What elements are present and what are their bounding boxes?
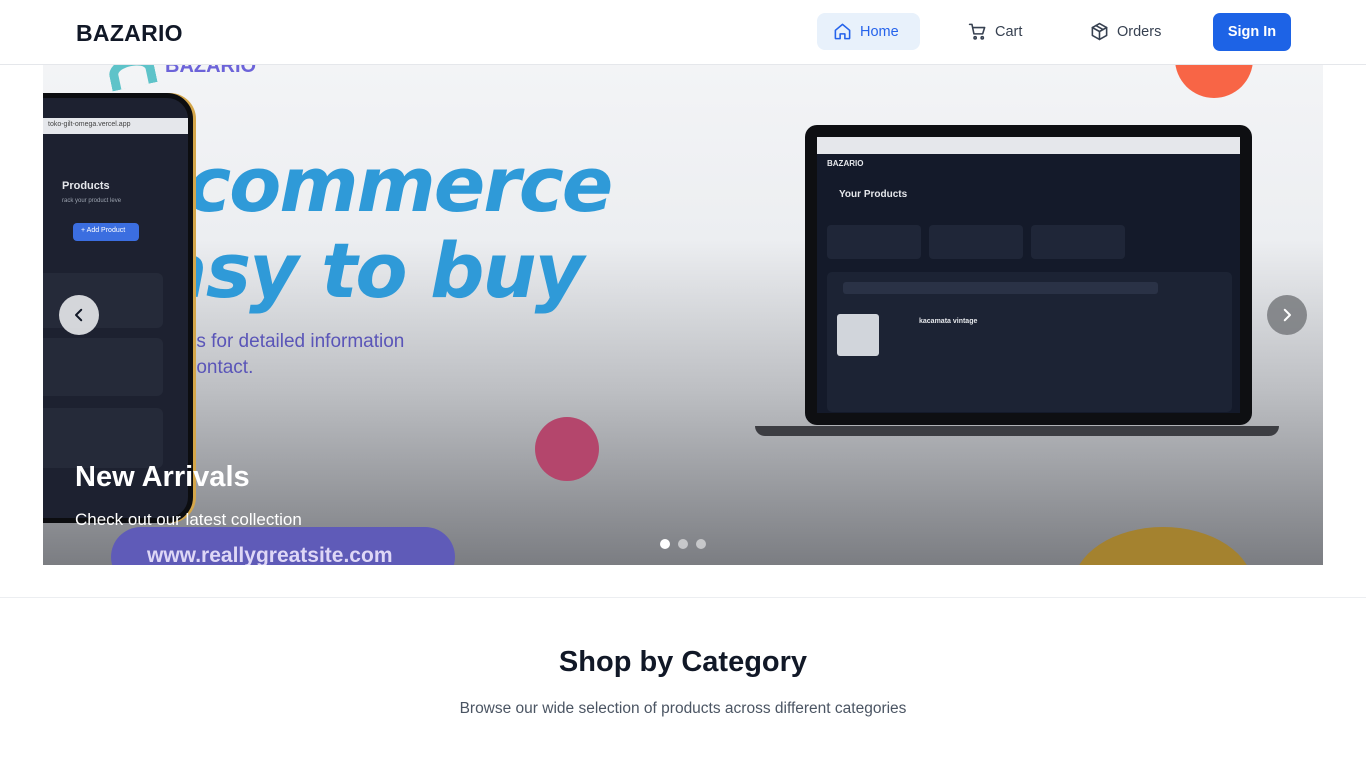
section-divider	[0, 597, 1366, 598]
brand-logo[interactable]: BAZARIO	[76, 20, 183, 47]
slide-subtitle: Check out our latest collection	[75, 510, 302, 529]
laptop-heading: Your Products	[839, 189, 908, 200]
decor-circle-pink	[535, 417, 599, 481]
carousel-dot-3[interactable]	[696, 539, 706, 549]
phone-subheading: rack your product leve	[62, 198, 122, 204]
carousel-dot-2[interactable]	[678, 539, 688, 549]
laptop-stat-card	[929, 225, 1023, 259]
laptop-product-thumb	[837, 314, 879, 356]
package-icon	[1091, 22, 1108, 41]
decor-circle-gold	[1073, 527, 1253, 565]
phone-add-product: + Add Product	[73, 223, 139, 241]
banner-brand: BAZARIO	[165, 65, 257, 77]
slide-title: New Arrivals	[75, 461, 250, 493]
nav-home-label: Home	[860, 23, 899, 40]
cart-icon	[968, 23, 986, 40]
top-navbar: BAZARIO Home Cart Orders Sign In	[0, 0, 1366, 65]
laptop-stat-card	[1031, 225, 1125, 259]
laptop-mockup: BAZARIO Your Products kacamata vintage	[805, 125, 1252, 425]
chevron-left-icon	[75, 308, 83, 322]
carousel-dots	[660, 539, 706, 549]
nav-orders-label: Orders	[1117, 23, 1162, 40]
banner-url: www.reallygreatsite.com	[111, 527, 455, 565]
nav-home[interactable]: Home	[817, 13, 920, 50]
chevron-right-icon	[1283, 308, 1291, 322]
nav-orders[interactable]: Orders	[1074, 13, 1177, 50]
decor-circle-orange	[1175, 65, 1253, 98]
carousel-prev-button[interactable]	[59, 295, 99, 335]
phone-heading: Products	[62, 180, 110, 192]
laptop-product-name: kacamata vintage	[919, 318, 978, 325]
phone-card	[43, 408, 163, 468]
laptop-screen: BAZARIO Your Products kacamata vintage	[817, 137, 1240, 413]
phone-card	[43, 338, 163, 396]
laptop-stat-card	[827, 225, 921, 259]
phone-url-bar: toko-gilt-omega.vercel.app	[43, 118, 188, 134]
hero-carousel: BAZARIO e-commerce easy to buy Contact u…	[43, 65, 1323, 565]
laptop-search-bar	[843, 282, 1158, 294]
nav-cart[interactable]: Cart	[952, 13, 1038, 50]
laptop-brand: BAZARIO	[827, 159, 864, 168]
home-icon	[834, 23, 851, 40]
banner-logo-mark	[106, 65, 158, 92]
category-section-subtitle: Browse our wide selection of products ac…	[459, 700, 907, 717]
category-section-title: Shop by Category	[558, 646, 808, 678]
laptop-browser-bar	[817, 137, 1240, 154]
nav-cart-label: Cart	[995, 23, 1023, 40]
carousel-next-button[interactable]	[1267, 295, 1307, 335]
laptop-product-panel: kacamata vintage	[827, 272, 1232, 412]
laptop-base	[755, 426, 1279, 436]
carousel-dot-1[interactable]	[660, 539, 670, 549]
sign-in-button[interactable]: Sign In	[1213, 13, 1291, 51]
